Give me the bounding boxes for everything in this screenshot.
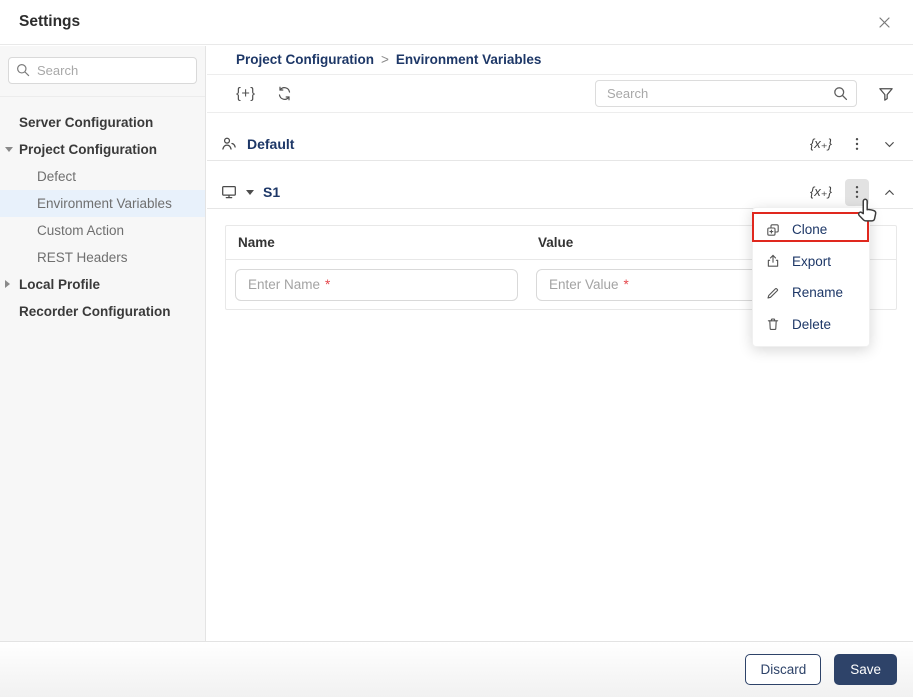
sidebar-item-rest-headers[interactable]: REST Headers bbox=[0, 244, 205, 271]
chevron-down-icon bbox=[882, 137, 897, 152]
search-icon bbox=[15, 62, 31, 78]
sidebar-nav: Server Configuration Project Configurati… bbox=[0, 97, 205, 325]
context-menu: Clone Export Rename Delete bbox=[752, 207, 870, 347]
sidebar-item-recorder-configuration[interactable]: Recorder Configuration bbox=[0, 298, 205, 325]
filter-button[interactable] bbox=[877, 85, 895, 103]
sidebar-item-custom-action[interactable]: Custom Action bbox=[0, 217, 205, 244]
search-icon bbox=[832, 85, 849, 102]
sidebar-item-label: Custom Action bbox=[37, 223, 125, 238]
breadcrumb: Project Configuration > Environment Vari… bbox=[207, 46, 913, 75]
chevron-up-icon bbox=[882, 185, 897, 200]
add-variable-icon: {+} bbox=[236, 85, 256, 102]
kebab-menu-button-active[interactable] bbox=[845, 178, 869, 206]
section-title: S1 bbox=[263, 184, 281, 200]
close-button[interactable] bbox=[873, 11, 895, 33]
name-placeholder: Enter Name bbox=[248, 277, 321, 292]
save-button[interactable]: Save bbox=[834, 654, 897, 685]
menu-item-export[interactable]: Export bbox=[753, 246, 869, 278]
value-placeholder: Enter Value bbox=[549, 277, 619, 292]
sidebar-search-wrap bbox=[0, 46, 205, 97]
menu-item-clone[interactable]: Clone bbox=[753, 214, 869, 246]
sidebar-item-label: Recorder Configuration bbox=[19, 304, 171, 319]
sidebar: Server Configuration Project Configurati… bbox=[0, 46, 206, 641]
section-row-default[interactable]: Default {x₊} bbox=[207, 128, 913, 161]
main-panel: Project Configuration > Environment Vari… bbox=[207, 46, 913, 641]
sidebar-item-environment-variables[interactable]: Environment Variables bbox=[0, 190, 205, 217]
insert-variable-button[interactable]: {x₊} bbox=[810, 184, 832, 200]
insert-variable-icon: {x₊} bbox=[809, 184, 832, 199]
sidebar-item-server-configuration[interactable]: Server Configuration bbox=[0, 109, 205, 136]
sidebar-item-label: Defect bbox=[37, 169, 77, 184]
name-input[interactable]: Enter Name * bbox=[235, 268, 518, 301]
refresh-button[interactable] bbox=[276, 85, 293, 102]
dialog-header: Settings bbox=[0, 0, 913, 45]
menu-item-label: Clone bbox=[792, 222, 828, 238]
kebab-icon bbox=[849, 135, 865, 153]
menu-item-label: Delete bbox=[792, 316, 832, 332]
sidebar-item-project-configuration[interactable]: Project Configuration bbox=[0, 136, 205, 163]
sidebar-item-label: Environment Variables bbox=[37, 196, 172, 211]
sidebar-item-defect[interactable]: Defect bbox=[0, 163, 205, 190]
kebab-icon bbox=[849, 183, 865, 201]
required-marker: * bbox=[325, 277, 331, 292]
monitor-icon bbox=[220, 183, 238, 201]
caret-right-icon bbox=[5, 280, 10, 288]
caret-down-icon bbox=[5, 147, 13, 152]
variables-search-wrap bbox=[595, 80, 857, 107]
close-icon bbox=[877, 15, 892, 30]
dialog-title: Settings bbox=[19, 13, 81, 30]
delete-icon bbox=[765, 316, 781, 332]
breadcrumb-current: Environment Variables bbox=[395, 52, 542, 67]
variables-search-input[interactable] bbox=[595, 80, 857, 107]
export-icon bbox=[765, 253, 781, 269]
menu-item-label: Export bbox=[792, 253, 832, 269]
filter-icon bbox=[877, 85, 895, 103]
required-marker: * bbox=[623, 277, 629, 292]
menu-item-label: Rename bbox=[792, 285, 844, 301]
breadcrumb-separator: > bbox=[381, 52, 389, 67]
sidebar-item-label: Project Configuration bbox=[19, 142, 157, 157]
toolbar: {+} bbox=[207, 75, 913, 113]
kebab-menu-button[interactable] bbox=[845, 131, 869, 158]
clone-icon bbox=[765, 222, 781, 238]
rename-icon bbox=[765, 285, 781, 301]
sidebar-search-input[interactable] bbox=[8, 57, 197, 84]
scope-dropdown-icon[interactable] bbox=[246, 189, 254, 195]
section-title: Default bbox=[247, 136, 295, 152]
sidebar-item-label: Local Profile bbox=[19, 277, 101, 292]
column-header-name: Name bbox=[238, 235, 275, 250]
refresh-icon bbox=[276, 85, 293, 102]
section-row-s1[interactable]: S1 {x₊} bbox=[207, 176, 913, 209]
discard-button[interactable]: Discard bbox=[745, 654, 822, 685]
menu-item-delete[interactable]: Delete bbox=[753, 309, 869, 341]
insert-variable-icon: {x₊} bbox=[809, 136, 832, 151]
settings-dialog: Settings Server Configuration Project Co… bbox=[0, 0, 913, 697]
insert-variable-button[interactable]: {x₊} bbox=[810, 136, 832, 152]
users-icon bbox=[220, 135, 238, 153]
sidebar-item-label: REST Headers bbox=[37, 250, 128, 265]
add-variable-button[interactable]: {+} bbox=[236, 86, 256, 102]
expand-button[interactable] bbox=[882, 137, 897, 152]
menu-item-rename[interactable]: Rename bbox=[753, 277, 869, 309]
dialog-footer: Discard Save bbox=[0, 641, 913, 697]
sidebar-item-label: Server Configuration bbox=[19, 115, 154, 130]
breadcrumb-parent[interactable]: Project Configuration bbox=[236, 46, 374, 74]
sidebar-item-local-profile[interactable]: Local Profile bbox=[0, 271, 205, 298]
collapse-button[interactable] bbox=[882, 185, 897, 200]
